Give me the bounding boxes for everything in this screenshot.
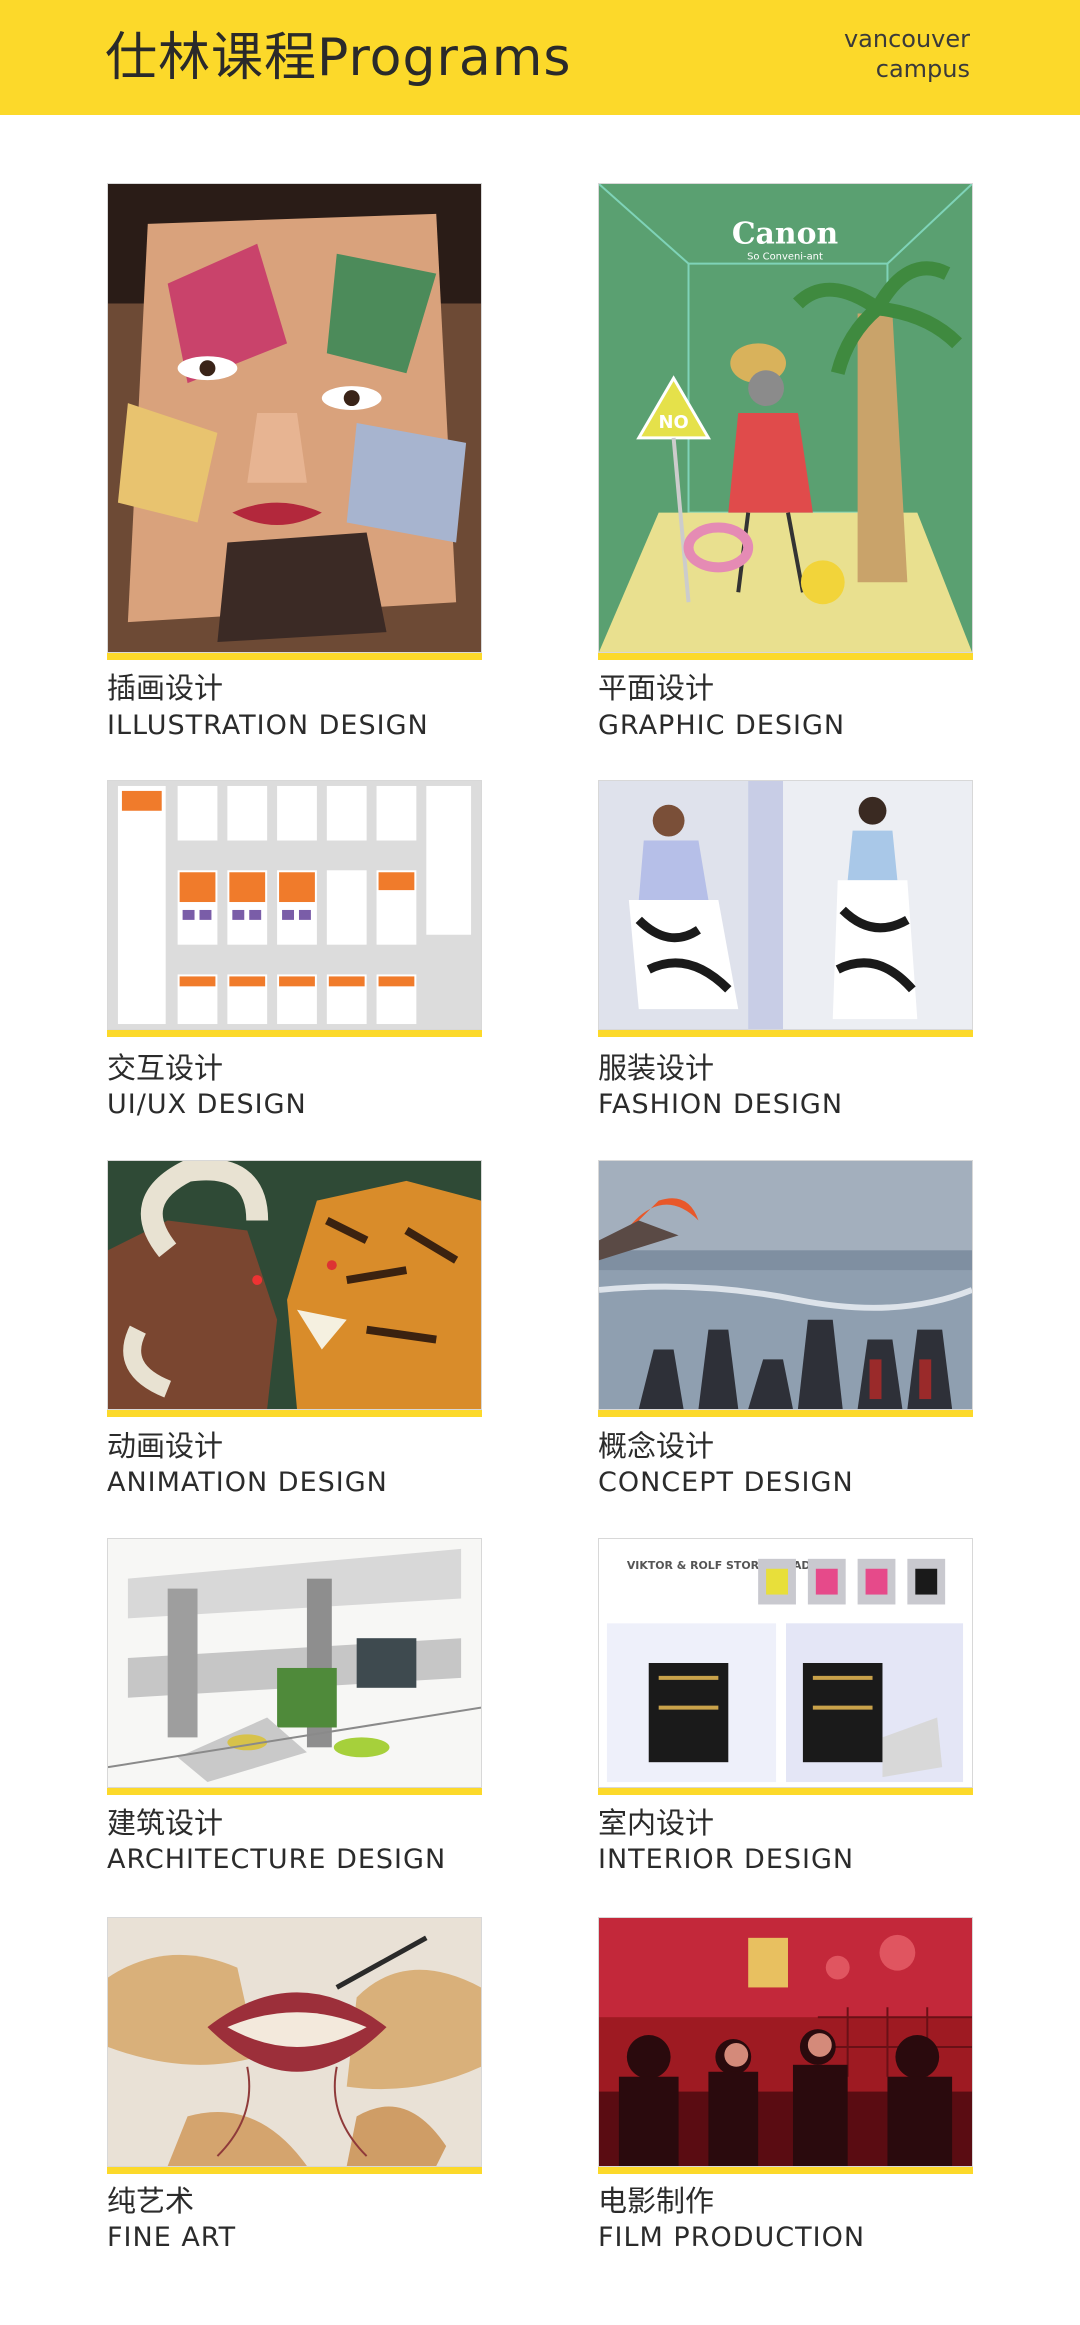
program-title-en: FINE ART [107, 2222, 237, 2253]
accent-bar [107, 1030, 482, 1037]
accent-bar [598, 1030, 973, 1037]
sign-text: NO [658, 412, 688, 433]
program-title-en: FILM PRODUCTION [598, 2222, 866, 2253]
program-image [598, 780, 973, 1030]
program-title-en: ANIMATION DESIGN [107, 1467, 388, 1498]
program-title-en: CONCEPT DESIGN [598, 1467, 854, 1498]
program-image: Canon So Conveni-ant NO [598, 183, 973, 653]
program-title-cn: 插画设计 [107, 671, 224, 705]
canon-logo: Canon [732, 217, 839, 252]
accent-bar [107, 653, 482, 660]
program-image [598, 1917, 973, 2167]
program-title-cn: 电影制作 [598, 2184, 715, 2218]
program-title-cn: 动画设计 [107, 1429, 224, 1463]
program-title-en: ARCHITECTURE DESIGN [107, 1844, 447, 1875]
program-title-en: INTERIOR DESIGN [598, 1844, 855, 1875]
program-title-cn: 室内设计 [598, 1806, 715, 1840]
accent-bar [598, 2167, 973, 2174]
program-title-cn: 服装设计 [598, 1051, 715, 1085]
accent-bar [107, 2167, 482, 2174]
program-title-cn: 概念设计 [598, 1429, 715, 1463]
program-title-cn: 交互设计 [107, 1051, 224, 1085]
program-title-cn: 平面设计 [598, 671, 715, 705]
program-image [107, 1917, 482, 2167]
campus-line-2: campus [875, 55, 970, 83]
program-image: VIKTOR & ROLF STORE FACADE [598, 1538, 973, 1788]
program-title-cn: 纯艺术 [107, 2184, 195, 2218]
program-image [107, 1538, 482, 1788]
accent-bar [598, 1410, 973, 1417]
program-title-en: FASHION DESIGN [598, 1089, 844, 1120]
program-image [107, 780, 482, 1030]
campus-label: vancouver campus [844, 24, 970, 84]
accent-bar [107, 1410, 482, 1417]
program-title-en: GRAPHIC DESIGN [598, 710, 846, 741]
program-title-en: ILLUSTRATION DESIGN [107, 710, 429, 741]
accent-bar [598, 1788, 973, 1795]
campus-line-1: vancouver [843, 25, 970, 53]
page-title: 仕林课程Programs [105, 28, 572, 88]
accent-bar [107, 1788, 482, 1795]
canon-tagline: So Conveni-ant [747, 252, 823, 263]
program-image [107, 183, 482, 653]
program-title-en: UI/UX DESIGN [107, 1089, 307, 1120]
program-image [598, 1160, 973, 1410]
program-title-cn: 建筑设计 [107, 1806, 224, 1840]
program-image [107, 1160, 482, 1410]
header-banner: 仕林课程Programs vancouver campus [0, 0, 1080, 115]
accent-bar [598, 653, 973, 660]
